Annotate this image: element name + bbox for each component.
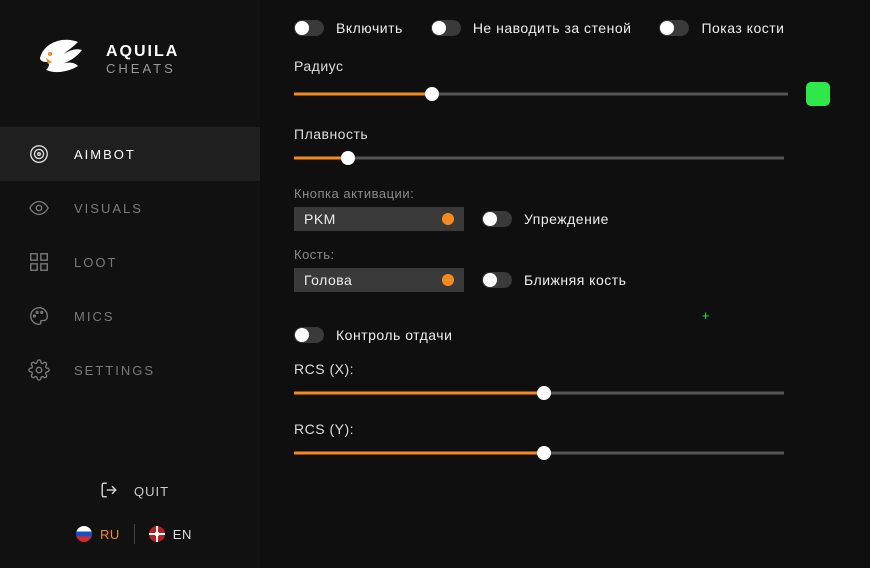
activation-select[interactable]: PKM [294,207,464,231]
nav-label: VISUALS [74,201,143,216]
field-radius: Радиус [294,58,830,106]
flag-ru-icon [76,526,92,542]
radius-label: Радиус [294,58,830,74]
nav-label: MICS [74,309,115,324]
group-activation: Кнопка активации: PKM Упреждение Кость: … [294,186,830,292]
quit-label: QUIT [134,484,169,499]
nav: AIMBOT VISUALS LOOT [0,127,260,397]
brand: AQUILA CHEATS [0,28,260,121]
plus-icon[interactable]: + [294,308,830,323]
brand-subtitle: CHEATS [106,61,179,76]
toggle-show-bone[interactable]: Показ кости [659,20,784,36]
nav-label: SETTINGS [74,363,155,378]
activation-value: PKM [304,211,430,227]
main-panel: Включить Не наводить за стеной Показ кос… [260,0,870,568]
target-icon [28,143,50,165]
lang-separator [134,524,135,544]
brand-title: AQUILA [106,43,179,61]
toggle-no-aim-wall[interactable]: Не наводить за стеной [431,20,632,36]
palette-icon [28,305,50,327]
dot-icon [442,274,454,286]
rcs-x-slider[interactable] [294,385,784,401]
toggle-enable[interactable]: Включить [294,20,403,36]
nav-item-settings[interactable]: SETTINGS [0,343,260,397]
rcs-y-slider[interactable] [294,445,784,461]
radius-slider[interactable] [294,86,788,102]
dot-icon [442,213,454,225]
nav-item-mics[interactable]: MICS [0,289,260,343]
switch-icon [431,20,461,36]
nav-label: LOOT [74,255,117,270]
toggle-no-aim-wall-label: Не наводить за стеной [473,20,632,36]
lang-en[interactable]: EN [149,526,192,542]
language-switch: RU EN [0,524,260,550]
lang-en-label: EN [173,527,192,542]
rcs-y-label: RCS (Y): [294,421,830,437]
field-smooth: Плавность [294,126,830,166]
smooth-slider[interactable] [294,150,784,166]
toggle-show-bone-label: Показ кости [701,20,784,36]
lang-ru[interactable]: RU [76,526,120,542]
switch-icon [482,272,512,288]
radius-color-swatch[interactable] [806,82,830,106]
eagle-logo-icon [28,28,88,91]
smooth-label: Плавность [294,126,830,142]
toggle-nearest-bone[interactable]: Ближняя кость [482,272,626,288]
recoil-label: Контроль отдачи [336,327,452,343]
exit-icon [100,481,118,502]
grid-icon [28,251,50,273]
switch-icon [294,20,324,36]
flag-en-icon [149,526,165,542]
toggle-prediction[interactable]: Упреждение [482,211,609,227]
field-rcs-y: RCS (Y): [294,421,830,461]
switch-icon [659,20,689,36]
prediction-label: Упреждение [524,211,609,227]
gear-icon [28,359,50,381]
quit-button[interactable]: QUIT [0,471,260,524]
nav-item-aimbot[interactable]: AIMBOT [0,127,260,181]
lang-ru-label: RU [100,527,120,542]
nav-item-visuals[interactable]: VISUALS [0,181,260,235]
switch-icon [294,327,324,343]
nav-item-loot[interactable]: LOOT [0,235,260,289]
bone-caption: Кость: [294,247,830,262]
nav-label: AIMBOT [74,147,136,162]
toggle-recoil[interactable]: Контроль отдачи [294,327,830,343]
nearest-bone-label: Ближняя кость [524,272,626,288]
toggle-enable-label: Включить [336,20,403,36]
bone-select[interactable]: Голова [294,268,464,292]
switch-icon [482,211,512,227]
sidebar: AQUILA CHEATS AIMBOT VISUALS [0,0,260,568]
activation-caption: Кнопка активации: [294,186,830,201]
bone-value: Голова [304,272,430,288]
eye-icon [28,197,50,219]
field-rcs-x: RCS (X): [294,361,830,401]
rcs-x-label: RCS (X): [294,361,830,377]
top-toggles: Включить Не наводить за стеной Показ кос… [294,20,830,36]
